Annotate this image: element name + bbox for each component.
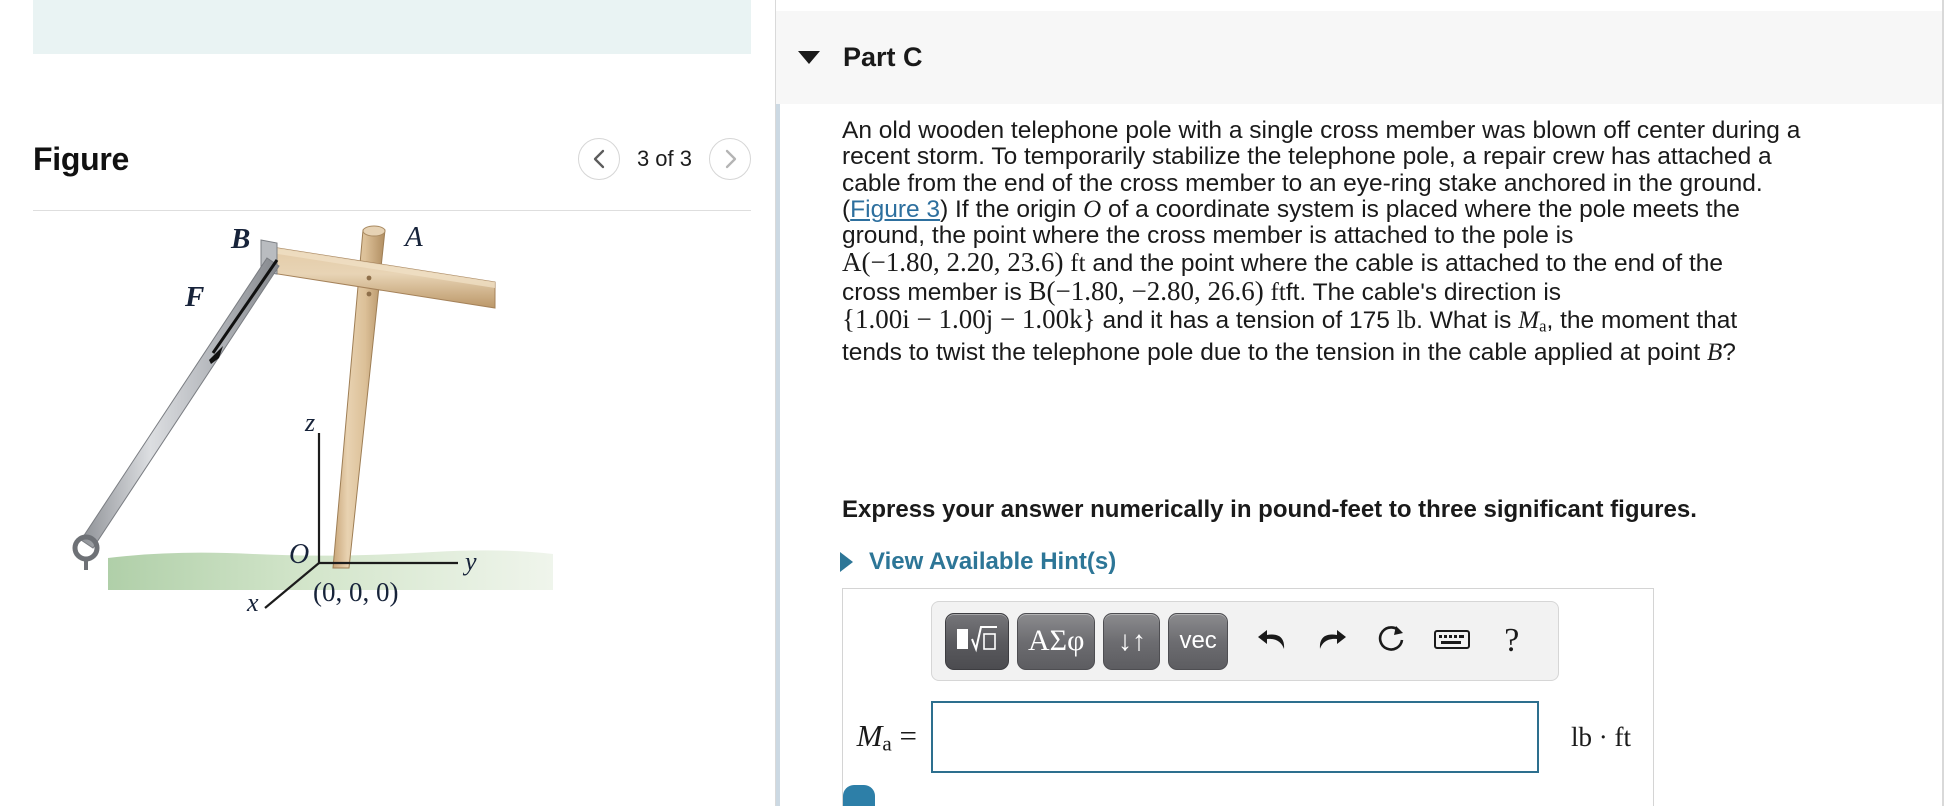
template-math-icon xyxy=(956,623,998,660)
problem-line-2: recent storm. To temporarily stabilize t… xyxy=(842,143,1772,171)
problem-line-7-tail: ft. The cable's direction is xyxy=(1285,278,1562,306)
script-arrows-label: ↓↑ xyxy=(1117,625,1146,656)
figure-pager: 3 of 3 xyxy=(577,138,751,180)
telephone-pole-diagram: B A F z y x O (0, 0, 0) xyxy=(72,221,553,617)
moment-symbol: M xyxy=(1518,307,1540,335)
template-math-button[interactable] xyxy=(945,612,1009,670)
caret-down-icon[interactable] xyxy=(798,51,820,64)
submit-button-partial[interactable] xyxy=(843,785,875,806)
answer-card: ΑΣφ ↓↑ vec ? Ma = lb · ft xyxy=(842,588,1654,806)
part-title: Part C xyxy=(843,42,923,72)
answer-units: lb · ft xyxy=(1571,721,1631,752)
redo-icon xyxy=(1315,624,1349,659)
problem-line-9-end: ? xyxy=(1722,339,1736,367)
chevron-right-icon xyxy=(722,148,738,170)
label-point-b: B xyxy=(230,223,250,255)
greek-symbols-label: ΑΣφ xyxy=(1028,624,1085,657)
label-axis-z: z xyxy=(304,408,315,437)
figure-panel: Figure 3 of 3 B A F z y x O (0, 0, 0) xyxy=(0,0,777,806)
bolt-upper xyxy=(366,275,372,281)
problem-line-4: (Figure 3) If the origin O of a coordina… xyxy=(842,195,1740,223)
problem-line-8-tail: . What is xyxy=(1416,307,1512,335)
answer-instruction: Express your answer numerically in pound… xyxy=(842,496,1697,523)
unit-lb: lb xyxy=(1396,307,1417,335)
problem-line-7-lead: cross member is xyxy=(842,278,1022,306)
problem-line-6-mid: and the point where the cable is attache… xyxy=(1092,250,1724,278)
figure-divider xyxy=(33,210,751,211)
problem-line-8-mid: and it has a tension of 175 xyxy=(1102,307,1390,335)
problem-line-4-tail: of a coordinate system is placed where t… xyxy=(1107,195,1740,223)
question-panel: Part C An old wooden telephone pole with… xyxy=(776,0,1944,806)
pole-top-cap xyxy=(362,225,386,237)
label-axis-y: y xyxy=(462,547,477,576)
figure-title: Figure xyxy=(33,140,129,177)
problem-line-9: tends to twist the telephone pole due to… xyxy=(842,339,1736,366)
point-b-symbol: B xyxy=(1706,339,1723,367)
problem-line-3: cable from the end of the cross member t… xyxy=(842,169,1763,197)
reset-icon xyxy=(1376,623,1408,660)
unit-ft-b: ft xyxy=(1270,278,1286,306)
unit-ft-a: ft xyxy=(1070,250,1086,278)
part-header[interactable]: Part C xyxy=(776,11,1944,104)
label-origin-o: O xyxy=(289,539,309,570)
figure-pager-label: 3 of 3 xyxy=(636,146,692,171)
problem-line-5: ground, the point where the cross member… xyxy=(842,222,1574,250)
reset-button[interactable] xyxy=(1366,615,1418,667)
answer-label-symbol: M xyxy=(856,717,883,753)
question-accent-bar xyxy=(776,104,780,806)
figure-next-button[interactable] xyxy=(709,138,751,180)
figure-3-link[interactable]: Figure 3 xyxy=(850,196,940,223)
figure-illustration[interactable]: B A F z y x O (0, 0, 0) xyxy=(33,218,751,806)
caret-right-icon xyxy=(840,552,853,572)
answer-input[interactable] xyxy=(931,701,1539,773)
greek-symbols-button[interactable]: ΑΣφ xyxy=(1017,612,1096,670)
problem-line-7: cross member is B(−1.80, −2.80, 26.6) ft… xyxy=(842,275,1682,306)
label-origin-coords: (0, 0, 0) xyxy=(313,577,398,607)
vector-button[interactable]: vec xyxy=(1168,612,1228,670)
problem-line-4-mid: ) If the origin xyxy=(940,195,1077,223)
problem-statement: An old wooden telephone pole with a sing… xyxy=(842,117,1801,366)
origin-symbol: O xyxy=(1083,195,1102,223)
redo-button[interactable] xyxy=(1306,615,1358,667)
label-point-a: A xyxy=(403,221,423,253)
bolt-lower xyxy=(366,291,372,297)
undo-icon xyxy=(1255,624,1289,659)
problem-line-8-end: , the moment that xyxy=(1546,307,1738,335)
answer-label-subscript: a xyxy=(882,731,892,756)
chevron-left-icon xyxy=(591,148,607,170)
label-axis-x: x xyxy=(246,588,259,617)
point-b-coordinates: B(−1.80, −2.80, 26.6) xyxy=(1028,275,1264,306)
view-hints-link[interactable]: View Available Hint(s) xyxy=(840,548,1116,576)
view-hints-label: View Available Hint(s) xyxy=(869,548,1117,575)
answer-label-equals: = xyxy=(899,717,917,753)
help-icon: ? xyxy=(1504,622,1520,659)
figure-prev-button[interactable] xyxy=(577,138,620,180)
force-arrow-line xyxy=(211,259,279,354)
undo-button[interactable] xyxy=(1246,615,1298,667)
point-a-coordinates: A(−1.80, 2.20, 23.6) xyxy=(842,247,1064,278)
problem-text: An old wooden telephone pole with a sing… xyxy=(842,117,1801,366)
math-toolbar: ΑΣφ ↓↑ vec ? xyxy=(931,601,1559,681)
figure-header: Figure 3 of 3 xyxy=(33,128,751,190)
answer-input-row: Ma = lb · ft xyxy=(843,697,1655,777)
keyboard-icon xyxy=(1433,626,1470,657)
figure-panel-topbar xyxy=(33,0,751,54)
keyboard-button[interactable] xyxy=(1426,615,1478,667)
answer-label: Ma = xyxy=(843,718,931,757)
problem-line-8: {1.00i − 1.00j − 1.00k} and it has a ten… xyxy=(842,304,1737,340)
problem-line-9-text: tends to twist the telephone pole due to… xyxy=(842,339,1701,367)
help-button[interactable]: ? xyxy=(1486,615,1538,667)
label-force-f: F xyxy=(184,281,204,313)
cable-direction-vector: {1.00i − 1.00j − 1.00k} xyxy=(842,304,1096,335)
subscript-superscript-button[interactable]: ↓↑ xyxy=(1103,612,1161,670)
problem-page: Figure 3 of 3 B A F z y x O (0, 0, 0) Pa… xyxy=(0,0,1944,806)
problem-line-1: An old wooden telephone pole with a sing… xyxy=(842,117,1801,144)
problem-line-6: A(−1.80, 2.20, 23.6) ft and the point wh… xyxy=(842,247,1723,278)
vector-label: vec xyxy=(1179,627,1217,654)
